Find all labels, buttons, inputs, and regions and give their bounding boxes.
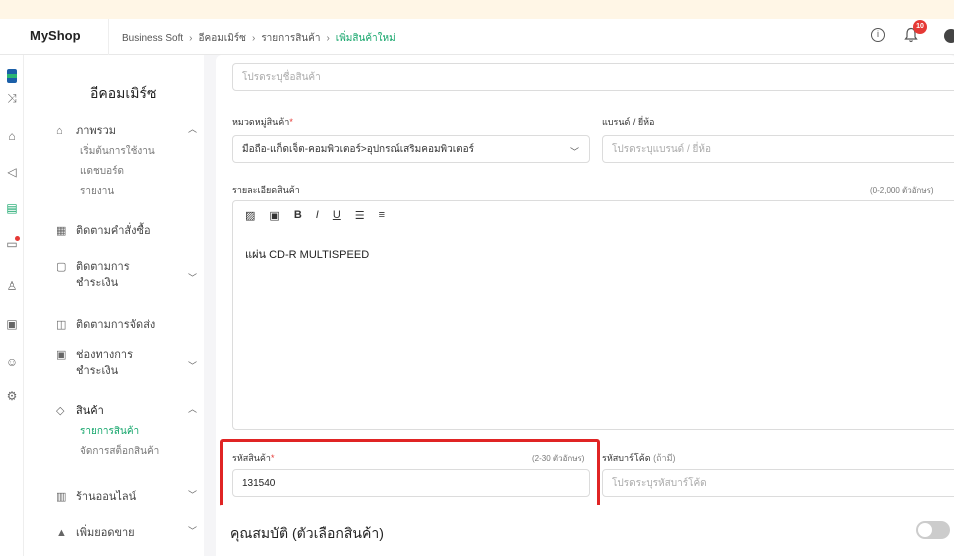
chat-alert-dot bbox=[15, 236, 20, 241]
chevron-up-icon[interactable]: ︿ bbox=[188, 402, 197, 415]
sidebar-item-payment-tracking[interactable]: ▢ ติดตามการ ชำระเงิน bbox=[56, 259, 130, 291]
avatar[interactable] bbox=[944, 29, 954, 43]
info-icon[interactable]: i bbox=[871, 28, 885, 42]
breadcrumb-ecommerce[interactable]: อีคอมเมิร์ซ bbox=[199, 33, 246, 44]
bold-button[interactable]: B bbox=[294, 209, 302, 222]
chevron-down-icon[interactable]: ﹀ bbox=[188, 488, 197, 501]
store-icon[interactable]: ▤ bbox=[5, 201, 19, 215]
sku-highlight-box bbox=[220, 439, 600, 513]
brand-label: แบรนด์ / ยี่ห้อ bbox=[602, 117, 655, 127]
description-text[interactable]: แผ่น CD-R MULTISPEED bbox=[245, 245, 369, 263]
megaphone-icon[interactable]: ◁ bbox=[5, 165, 19, 179]
sidebar-item-payment-channels[interactable]: ▣ ช่องทางการ ชำระเงิน bbox=[56, 347, 133, 379]
sidebar-item-shipping-tracking[interactable]: ◫ ติดตามการจัดส่ง bbox=[56, 315, 155, 333]
sidebar-item-order-tracking[interactable]: ▦ ติดตามคำสั่งซื้อ bbox=[56, 221, 151, 239]
shuffle-icon[interactable]: ⤨ bbox=[5, 91, 19, 105]
sidebar-sub-stock[interactable]: จัดการสต็อกสินค้า bbox=[80, 444, 159, 459]
sidebar-item-products[interactable]: ◇ สินค้า bbox=[56, 401, 104, 419]
breadcrumb-product-list[interactable]: รายการสินค้า bbox=[261, 33, 320, 44]
divider bbox=[108, 19, 109, 55]
sidebar-sub-dashboard[interactable]: แดชบอร์ด bbox=[80, 164, 124, 179]
sidebar: อีคอมเมิร์ซ ⌂ ภาพรวม ︿ เริ่มต้นการใช้งาน … bbox=[24, 55, 204, 556]
gear-icon[interactable]: ⚙ bbox=[5, 389, 19, 403]
image-icon[interactable]: ▨ bbox=[245, 209, 255, 222]
editor-toolbar: ▨ ▣ B I U ☰ ≡ bbox=[245, 209, 385, 222]
notification-badge: 10 bbox=[913, 20, 927, 34]
category-select[interactable]: มือถือ-แก็ดเจ็ต-คอมพิวเตอร์>อุปกรณ์เสริม… bbox=[232, 135, 590, 163]
chevron-down-icon[interactable]: ﹀ bbox=[188, 359, 197, 372]
chevron-right-icon: › bbox=[326, 33, 330, 44]
sidebar-sub-getting-started[interactable]: เริ่มต้นการใช้งาน bbox=[80, 144, 155, 159]
chevron-down-icon[interactable]: ﹀ bbox=[188, 271, 197, 284]
brand-input[interactable]: โปรดระบุแบรนด์ / ยี่ห้อ bbox=[602, 135, 954, 163]
product-name-input[interactable]: โปรดระบุชื่อสินค้า bbox=[232, 63, 954, 91]
breadcrumb-add-product: เพิ่มสินค้าใหม่ bbox=[335, 33, 396, 44]
tag-icon: ◇ bbox=[56, 405, 65, 417]
barcode-input[interactable]: โปรดระบุรหัสบาร์โค้ด bbox=[602, 469, 954, 497]
wallet-icon: ▣ bbox=[56, 349, 67, 361]
breadcrumb: Business Soft › อีคอมเมิร์ซ › รายการสินค้า › เ… bbox=[122, 31, 396, 46]
sidebar-sub-report[interactable]: รายงาน bbox=[80, 184, 114, 199]
clipboard-icon: ▦ bbox=[56, 225, 67, 237]
description-limit: (0-2,000 ตัวอักษร) bbox=[870, 186, 934, 195]
package-icon: ◫ bbox=[56, 319, 67, 331]
chevron-up-icon[interactable]: ︿ bbox=[188, 122, 197, 135]
description-label: รายละเอียดสินค้า bbox=[232, 185, 300, 195]
brand-logo[interactable]: MyShop bbox=[30, 28, 81, 43]
sidebar-item-overview[interactable]: ⌂ ภาพรวม bbox=[56, 121, 116, 139]
storefront-icon: ▥ bbox=[56, 491, 67, 503]
table-icon[interactable]: ▣ bbox=[269, 209, 279, 222]
italic-button[interactable]: I bbox=[316, 209, 319, 222]
variant-title: คุณสมบัติ (ตัวเลือกสินค้า) bbox=[230, 525, 384, 541]
app-rail: ⤨ ⌂ ◁ ▤ ▭ ♙ ▣ ☺ ⚙ bbox=[0, 55, 24, 556]
chevron-right-icon: › bbox=[251, 33, 256, 44]
app-logo-icon[interactable] bbox=[7, 69, 17, 83]
description-editor[interactable]: ▨ ▣ B I U ☰ ≡ แผ่น CD-R MULTISPEED bbox=[232, 200, 954, 430]
app-frame: MyShop Business Soft › อีคอมเมิร์ซ › รายการส… bbox=[0, 19, 954, 556]
register-icon[interactable]: ▣ bbox=[5, 317, 19, 331]
sidebar-sub-product-list[interactable]: รายการสินค้า bbox=[80, 424, 139, 439]
top-bar: MyShop Business Soft › อีคอมเมิร์ซ › รายการส… bbox=[0, 19, 954, 55]
chart-icon: ▲ bbox=[56, 527, 67, 539]
sidebar-item-online-store[interactable]: ▥ ร้านออนไลน์ bbox=[56, 487, 136, 505]
user-icon[interactable]: ♙ bbox=[5, 279, 19, 293]
underline-button[interactable]: U bbox=[333, 209, 341, 222]
sidebar-title: อีคอมเมิร์ซ bbox=[90, 85, 157, 101]
home-icon: ⌂ bbox=[56, 125, 63, 137]
variant-toggle[interactable] bbox=[916, 521, 950, 539]
home-icon[interactable]: ⌂ bbox=[5, 129, 19, 143]
category-label: หมวดหมู่สินค้า* bbox=[232, 117, 293, 127]
chevron-down-icon[interactable]: ﹀ bbox=[188, 524, 197, 537]
chevron-right-icon: › bbox=[189, 33, 193, 44]
chevron-down-icon: ﹀ bbox=[569, 147, 579, 157]
breadcrumb-business-soft[interactable]: Business Soft bbox=[122, 33, 183, 44]
bullet-list-icon[interactable]: ≡ bbox=[379, 209, 385, 222]
ordered-list-icon[interactable]: ☰ bbox=[355, 209, 365, 222]
receipt-icon: ▢ bbox=[56, 261, 67, 273]
sidebar-item-increase-sales[interactable]: ▲ เพิ่มยอดขาย bbox=[56, 523, 135, 541]
variant-section: คุณสมบัติ (ตัวเลือกสินค้า) bbox=[216, 505, 954, 556]
robot-icon[interactable]: ☺ bbox=[5, 355, 19, 369]
barcode-label: รหัสบาร์โค้ด (ถ้ามี) bbox=[602, 453, 676, 463]
